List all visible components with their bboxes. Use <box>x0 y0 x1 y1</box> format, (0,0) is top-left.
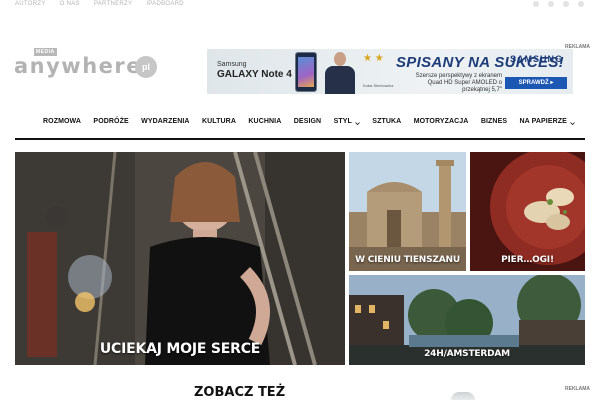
ad-cta-button[interactable]: SPRAWDŹ ▸ <box>505 77 567 89</box>
feature-title-a[interactable]: W CIENIU TIENSZANU <box>349 255 466 271</box>
feature-image-a <box>349 152 466 271</box>
logo-wordmark: anywhere <box>14 54 143 78</box>
facebook-icon[interactable] <box>533 1 539 7</box>
nav-item-wydarzenia[interactable]: WYDARZENIA <box>141 118 189 125</box>
feature-tile-a[interactable]: W CIENIU TIENSZANU <box>349 152 466 271</box>
nav-item-label: KUCHNIA <box>248 117 282 125</box>
ad-samsung-logo: SAMSUNG <box>510 54 564 64</box>
nav-item-rozmowa[interactable]: ROZMOWA <box>43 118 81 125</box>
main-nav: ROZMOWA PODRÓŻE WYDARZENIA KULTURA KUCHNIA DE… <box>15 104 585 140</box>
ad-phone-image <box>295 52 317 92</box>
chevron-down-icon <box>355 121 360 126</box>
ad-label-secondary: REKLAMA <box>565 386 590 392</box>
nav-item-label: PODRÓŻE <box>93 117 129 125</box>
nav-item-podróże[interactable]: PODRÓŻE <box>93 118 128 125</box>
nav-item-label: ROZMOWA <box>43 117 82 125</box>
site-logo[interactable]: MEDIA anywhere pl <box>14 46 160 82</box>
ad-stars: ★ ★ <box>363 53 384 64</box>
ad-secondary-image[interactable] <box>451 392 475 400</box>
top-link-autorzy[interactable]: AUTORZY <box>15 0 46 8</box>
feature-tile-b[interactable]: PIER…OGI! <box>470 152 585 271</box>
ad-signature: Kuba Siechowicz <box>363 83 394 88</box>
nav-item-na-papierze[interactable]: NA PAPIERZE <box>520 118 575 125</box>
top-bar: AUTORZY O NAS PARTNERZY IPADBOARD <box>0 0 600 10</box>
nav-item-styl[interactable]: STYL <box>334 118 360 125</box>
nav-item-motoryzacja[interactable]: MOTORYZACJA <box>414 118 469 125</box>
nav-item-label: WYDARZENIA <box>141 117 190 125</box>
nav-item-kuchnia[interactable]: KUCHNIA <box>248 118 281 125</box>
nav-item-label: MOTORYZACJA <box>413 117 469 125</box>
rss-icon[interactable] <box>578 1 584 7</box>
top-links: AUTORZY O NAS PARTNERZY IPADBOARD <box>15 0 184 8</box>
feature-tile-c[interactable]: 24H/AMSTERDAM <box>349 275 585 365</box>
nav-item-sztuka[interactable]: SZTUKA <box>372 118 401 125</box>
feature-title-main[interactable]: UCIEKAJ MOJE SERCE <box>15 341 345 363</box>
nav-item-label: NA PAPIERZE <box>519 117 567 125</box>
logo-tld-badge: pl <box>135 56 157 78</box>
social-links <box>533 1 584 7</box>
nav-item-design[interactable]: DESIGN <box>294 118 321 125</box>
nav-item-label: KULTURA <box>201 117 236 125</box>
ad-brand-line2: GALAXY Note 4 <box>217 69 292 80</box>
feature-image-b <box>470 152 585 271</box>
top-link-ipadboard[interactable]: IPADBOARD <box>146 0 184 8</box>
feature-title-c[interactable]: 24H/AMSTERDAM <box>349 349 585 365</box>
nav-item-label: BIZNES <box>480 117 508 125</box>
feature-title-b[interactable]: PIER…OGI! <box>470 255 585 271</box>
ad-person-image <box>321 52 359 94</box>
top-link-o-nas[interactable]: O NAS <box>60 0 80 8</box>
instagram-icon[interactable] <box>563 1 569 7</box>
see-also-heading: ZOBACZ TEŻ <box>194 385 286 400</box>
ad-subtext: Szersze perspektywy z ekranem Quad HD Su… <box>415 73 502 93</box>
nav-item-biznes[interactable]: BIZNES <box>481 118 507 125</box>
twitter-icon[interactable] <box>548 1 554 7</box>
nav-item-label: STYL <box>333 117 352 125</box>
nav-item-label: SZTUKA <box>372 117 402 125</box>
chevron-down-icon <box>570 121 575 126</box>
main-nav-list: ROZMOWA PODRÓŻE WYDARZENIA KULTURA KUCHNIA DE… <box>15 104 585 138</box>
top-link-partnerzy[interactable]: PARTNERZY <box>94 0 132 8</box>
feature-image-main <box>15 152 345 365</box>
ad-banner[interactable]: Samsung GALAXY Note 4 ★ ★ Kuba Siechowic… <box>207 49 573 94</box>
nav-item-kultura[interactable]: KULTURA <box>202 118 236 125</box>
ad-brand-line1: Samsung <box>217 61 247 68</box>
feature-tile-main[interactable]: UCIEKAJ MOJE SERCE <box>15 152 345 365</box>
nav-item-label: DESIGN <box>293 117 322 125</box>
